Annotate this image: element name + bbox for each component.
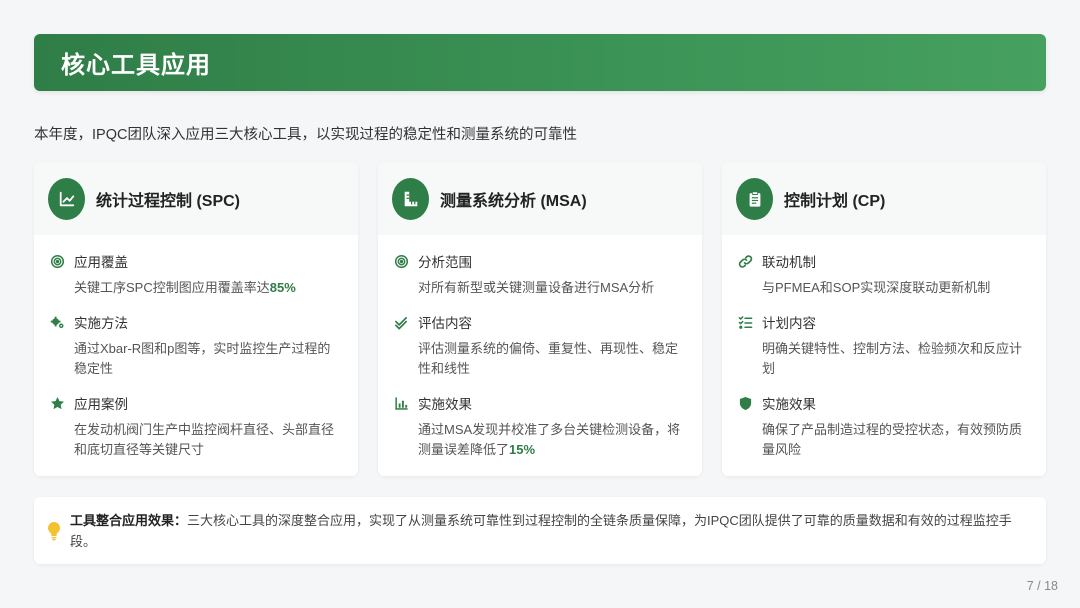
card-spc: 统计过程控制 (SPC) 应用覆盖 关键工序SPC控制图应用覆盖率达85% 实施… <box>34 162 358 476</box>
card-title: 控制计划 (CP) <box>784 192 886 210</box>
card-icon-badge <box>48 177 85 220</box>
ruler-icon <box>404 191 417 206</box>
item-desc: 与PFMEA和SOP实现深度联动更新机制 <box>762 280 991 295</box>
card-header: 测量系统分析 (MSA) <box>378 162 702 235</box>
item-title: 实施效果 <box>418 397 472 412</box>
lightbulb-icon <box>48 521 60 540</box>
item-desc: 确保了产品制造过程的受控状态，有效预防质量风险 <box>762 422 1023 457</box>
highlight-value: 15% <box>509 442 536 457</box>
summary-text: 工具整合应用效果：三大核心工具的深度整合应用，实现了从测量系统可靠性到过程控制的… <box>70 510 1032 552</box>
item-title: 实施方法 <box>74 316 128 331</box>
item-desc: 明确关键特性、控制方法、检验频次和反应计划 <box>762 341 1023 376</box>
target-icon <box>394 254 409 268</box>
item-title: 计划内容 <box>762 316 816 331</box>
page-subtitle: 本年度，IPQC团队深入应用三大核心工具，以实现过程的稳定性和测量系统的可靠性 <box>34 127 577 143</box>
target-icon <box>50 254 65 268</box>
item-title: 评估内容 <box>418 316 472 331</box>
line-chart-icon <box>59 191 74 206</box>
card-item: 联动机制 与PFMEA和SOP实现深度联动更新机制 <box>738 251 1030 298</box>
card-item: 实施效果 通过MSA发现并校准了多台关键检测设备，将测量误差降低了15% <box>394 393 686 460</box>
summary-box: 工具整合应用效果：三大核心工具的深度整合应用，实现了从测量系统可靠性到过程控制的… <box>34 497 1046 564</box>
card-title: 统计过程控制 (SPC) <box>96 192 241 210</box>
item-desc: 评估测量系统的偏倚、重复性、再现性、稳定性和线性 <box>418 341 679 376</box>
card-icon-badge <box>736 177 773 220</box>
star-icon <box>51 396 64 409</box>
item-title: 实施效果 <box>762 397 816 412</box>
card-title: 测量系统分析 (MSA) <box>440 192 587 210</box>
card-header: 控制计划 (CP) <box>722 162 1046 235</box>
card-item: 实施方法 通过Xbar-R图和p图等，实时监控生产过程的稳定性 <box>50 312 342 379</box>
item-title: 联动机制 <box>762 255 816 270</box>
item-desc-text: 通过MSA发现并校准了多台关键检测设备，将测量误差降低了 <box>418 422 681 457</box>
item-title: 应用案例 <box>74 397 128 412</box>
item-desc: 对所有新型或关键测量设备进行MSA分析 <box>418 280 655 295</box>
item-desc-text: 关键工序SPC控制图应用覆盖率达 <box>74 280 270 295</box>
card-msa: 测量系统分析 (MSA) 分析范围 对所有新型或关键测量设备进行MSA分析 评估… <box>378 162 702 476</box>
card-item: 分析范围 对所有新型或关键测量设备进行MSA分析 <box>394 251 686 298</box>
card-item: 应用覆盖 关键工序SPC控制图应用覆盖率达85% <box>50 251 342 298</box>
gears-icon <box>50 316 64 328</box>
card-header: 统计过程控制 (SPC) <box>34 162 358 235</box>
item-desc: 通过MSA发现并校准了多台关键检测设备，将测量误差降低了15% <box>418 420 686 460</box>
shield-icon <box>739 396 752 410</box>
card-cp: 控制计划 (CP) 联动机制 与PFMEA和SOP实现深度联动更新机制 计划内容… <box>722 162 1046 476</box>
title-bar: 核心工具应用 <box>34 34 1046 91</box>
card-item: 评估内容 评估测量系统的偏倚、重复性、再现性、稳定性和线性 <box>394 312 686 379</box>
item-desc: 通过Xbar-R图和p图等，实时监控生产过程的稳定性 <box>74 341 331 376</box>
card-item: 实施效果 确保了产品制造过程的受控状态，有效预防质量风险 <box>738 393 1030 460</box>
summary-lead: 工具整合应用效果： <box>70 512 188 528</box>
item-desc: 关键工序SPC控制图应用覆盖率达85% <box>74 278 342 298</box>
link-icon <box>738 254 753 268</box>
summary-body: 三大核心工具的深度整合应用，实现了从测量系统可靠性到过程控制的全链条质量保障，为… <box>70 512 1012 549</box>
item-title: 分析范围 <box>418 255 472 270</box>
card-icon-badge <box>392 177 429 220</box>
item-title: 应用覆盖 <box>74 255 128 270</box>
card-item: 应用案例 在发动机阀门生产中监控阀杆直径、头部直径和底切直径等关键尺寸 <box>50 393 342 460</box>
bar-chart-icon <box>395 396 408 410</box>
page-title: 核心工具应用 <box>61 52 211 79</box>
card-item: 计划内容 明确关键特性、控制方法、检验频次和反应计划 <box>738 312 1030 379</box>
highlight-value: 85% <box>269 280 296 295</box>
clipboard-icon <box>749 190 760 207</box>
item-desc: 在发动机阀门生产中监控阀杆直径、头部直径和底切直径等关键尺寸 <box>74 422 335 457</box>
double-check-icon <box>395 316 408 329</box>
task-list-icon <box>738 315 753 329</box>
page-number: 7 / 18 <box>1026 579 1058 593</box>
